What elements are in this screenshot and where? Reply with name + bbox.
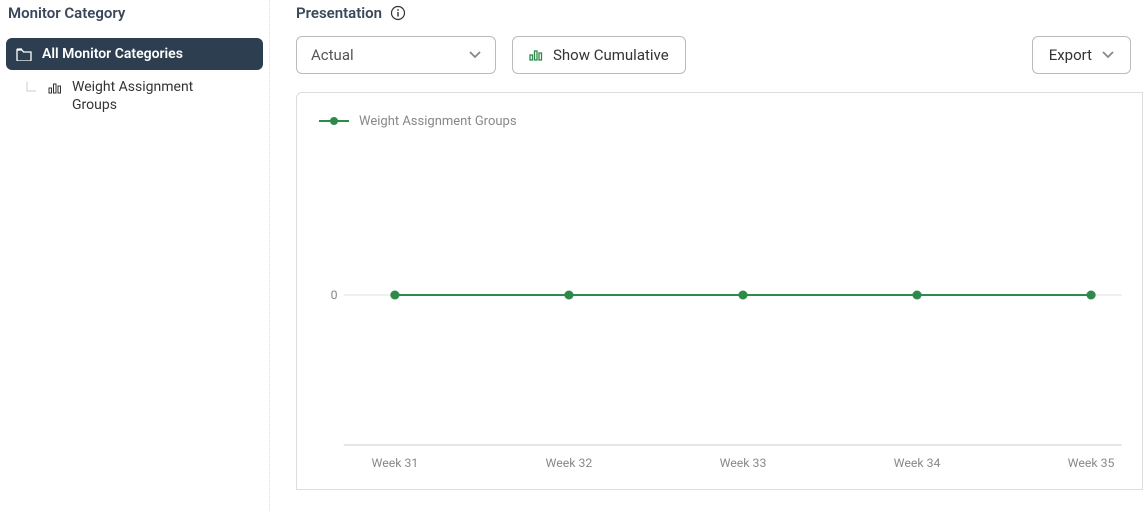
chevron-down-icon [1102, 51, 1114, 59]
toolbar: Actual Show Cumulative Export [296, 36, 1143, 74]
svg-text:Week 31: Week 31 [372, 456, 419, 470]
chevron-down-icon [469, 51, 481, 59]
sidebar-header: Monitor Category [0, 0, 269, 38]
show-cumulative-button[interactable]: Show Cumulative [512, 36, 686, 74]
legend: Weight Assignment Groups [319, 114, 517, 129]
export-label: Export [1049, 46, 1092, 64]
tree-root-label: All Monitor Categories [42, 46, 183, 62]
export-button[interactable]: Export [1032, 36, 1131, 74]
chart-plot: 0 Week 31 Week 32 Week 33 Week 34 Week 35 [313, 135, 1132, 475]
legend-series-label: Weight Assignment Groups [359, 114, 517, 129]
tree-child-label: Weight Assignment Groups [72, 78, 232, 114]
mode-select[interactable]: Actual [296, 36, 496, 74]
mode-select-value: Actual [311, 46, 354, 64]
svg-text:Week 35: Week 35 [1068, 456, 1115, 470]
tree-child-weight-assignment-groups[interactable]: Weight Assignment Groups [0, 74, 269, 118]
svg-text:Week 32: Week 32 [546, 456, 593, 470]
main-header: Presentation [296, 0, 1143, 36]
tree-root-all-categories[interactable]: All Monitor Categories [6, 38, 263, 70]
svg-text:Week 33: Week 33 [720, 456, 767, 470]
sidebar: Monitor Category All Monitor Categories … [0, 0, 270, 511]
info-icon[interactable] [390, 5, 406, 21]
svg-text:Week 34: Week 34 [894, 456, 941, 470]
folder-icon [16, 47, 32, 61]
tree-connector [24, 78, 38, 103]
chart-container: Weight Assignment Groups 0 Week 31 Week 32… [296, 92, 1143, 490]
bar-chart-icon [48, 78, 62, 95]
svg-text:0: 0 [331, 288, 338, 302]
bar-chart-icon [529, 48, 543, 62]
main-header-title: Presentation [296, 4, 382, 22]
legend-marker [319, 120, 349, 122]
main-panel: Presentation Actual Show Cumulative Expo… [270, 0, 1143, 511]
show-cumulative-label: Show Cumulative [553, 46, 669, 64]
